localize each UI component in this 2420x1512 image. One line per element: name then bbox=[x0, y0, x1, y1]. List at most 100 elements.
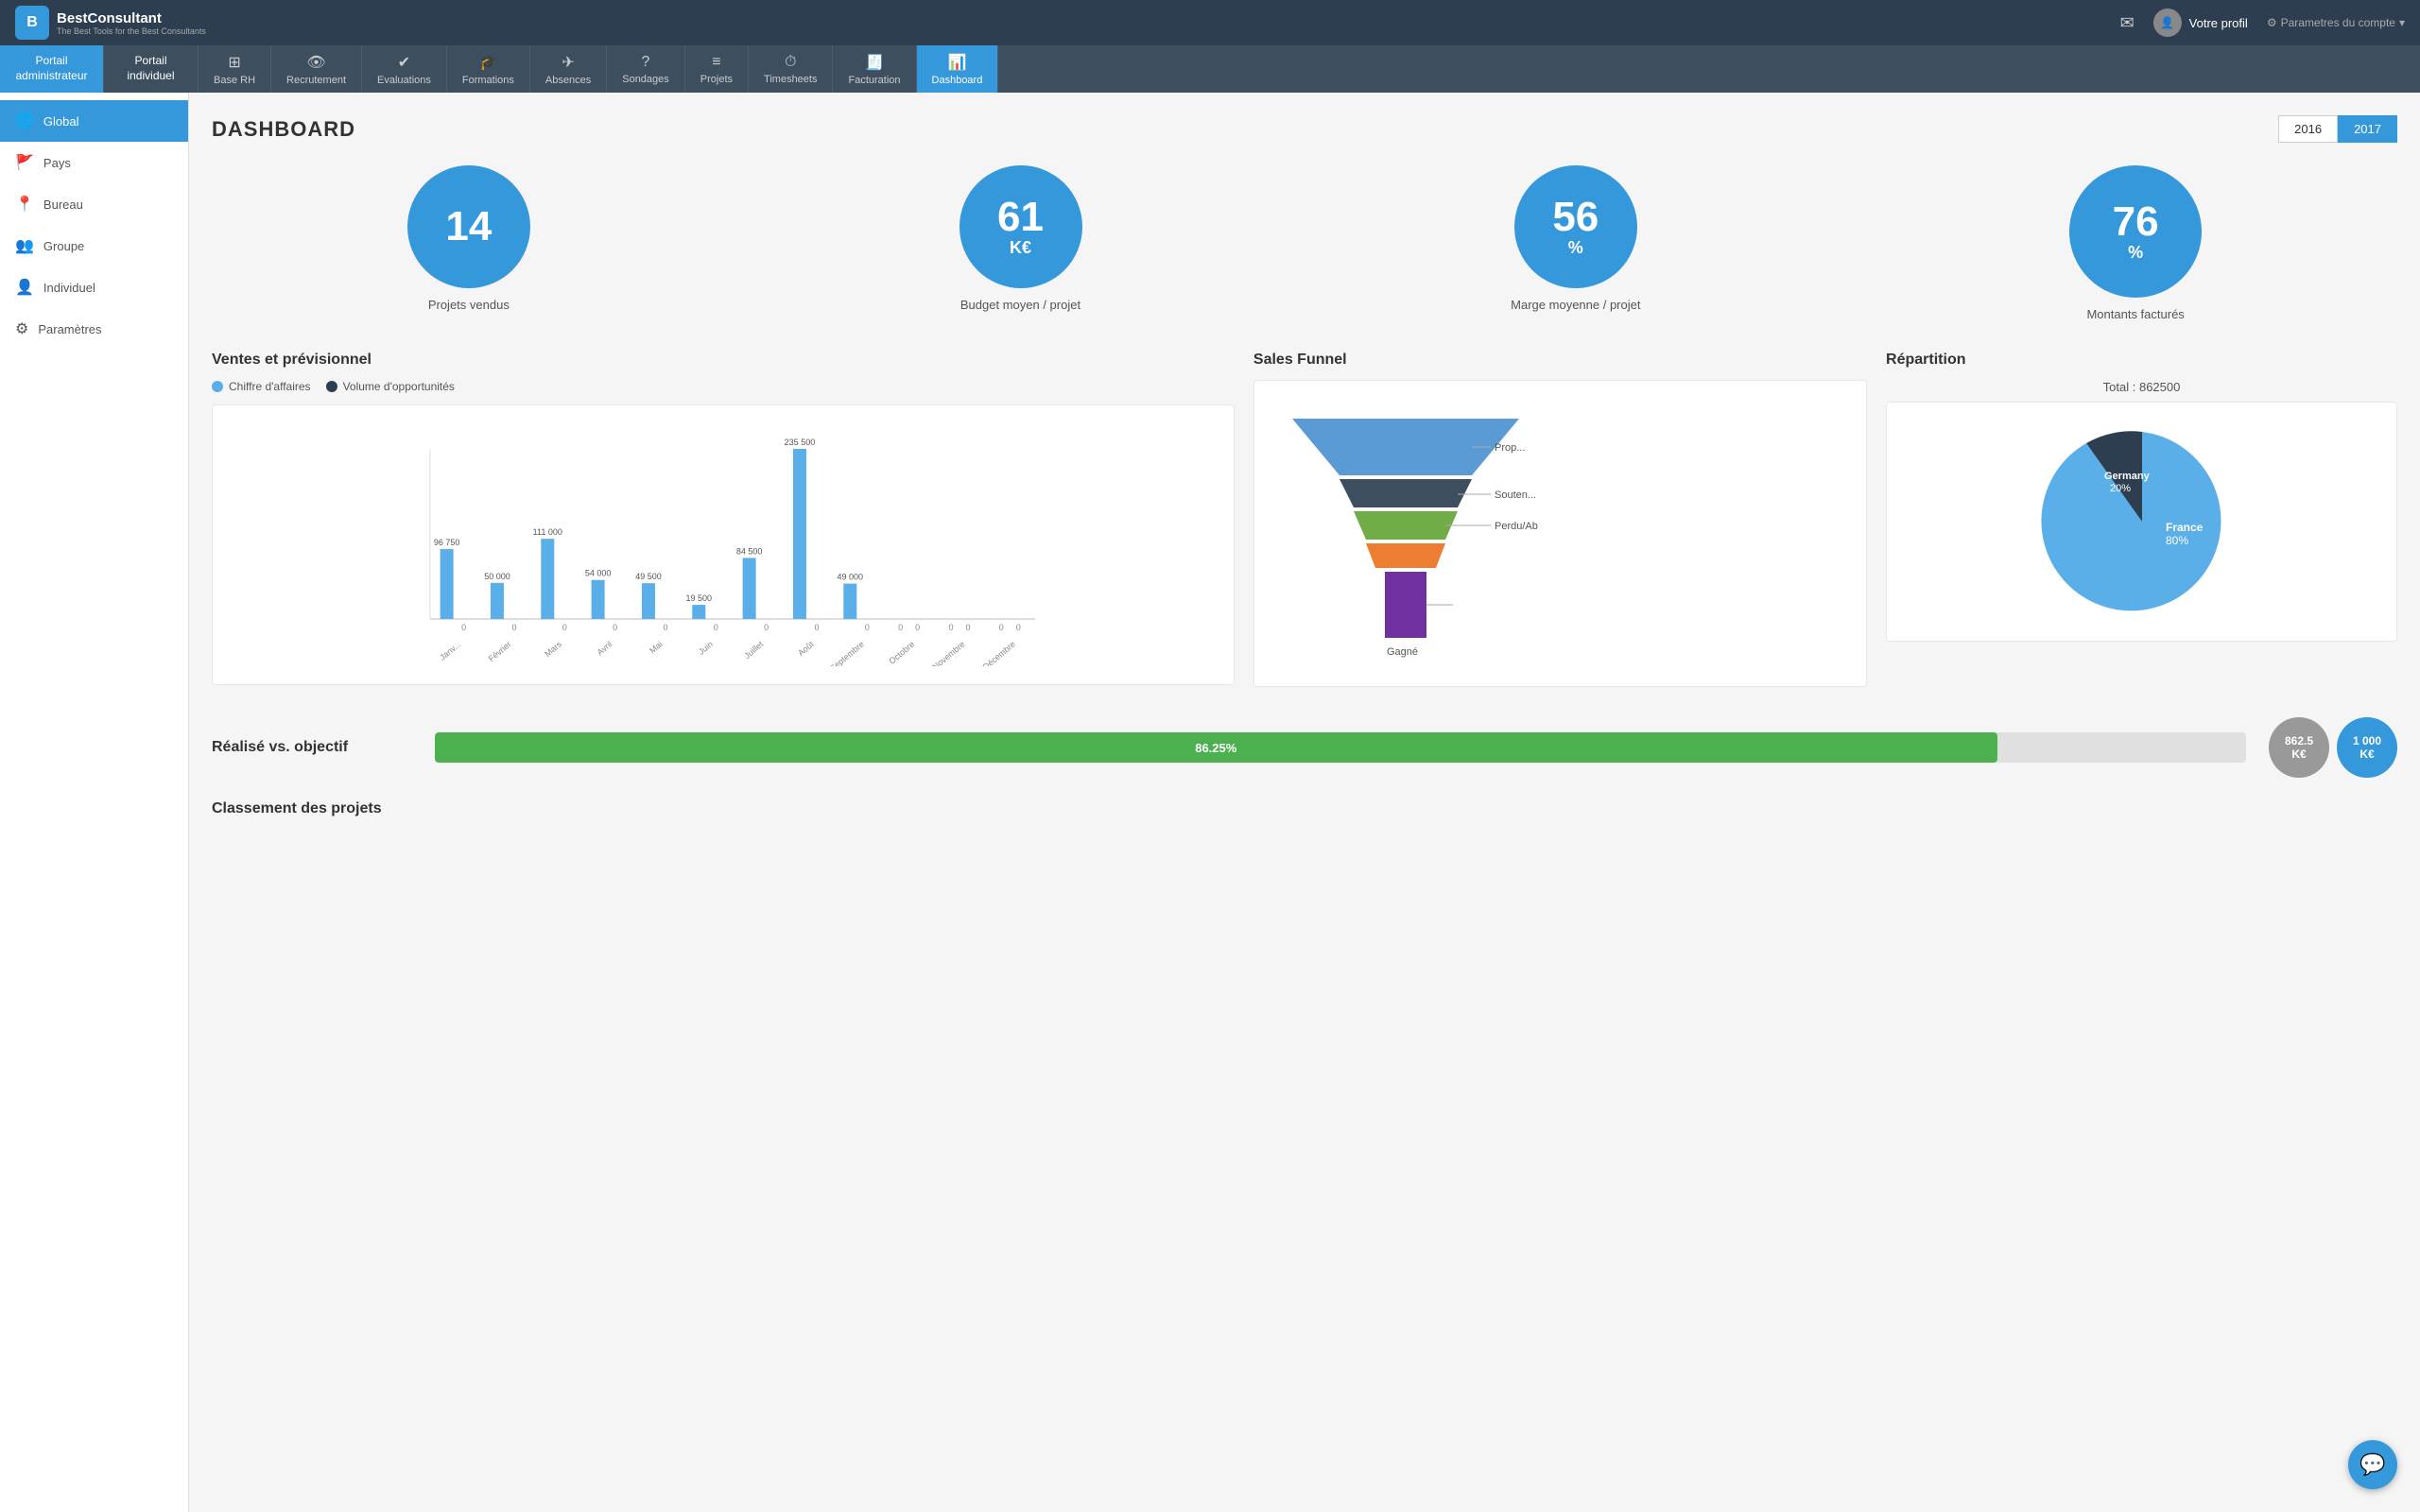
kpi-unit-factures: % bbox=[2128, 243, 2143, 263]
dashboard-header: DASHBOARD 2016 2017 bbox=[212, 115, 2397, 143]
portal-tabs: Portailadministrateur Portailindividuel bbox=[0, 45, 199, 93]
bar-val2-zero: 0 bbox=[865, 623, 870, 632]
tab-formations-label: Formations bbox=[462, 75, 514, 86]
kpi-num-budget: 61 bbox=[997, 197, 1044, 238]
kpi-budget: 61 K€ Budget moyen / projet bbox=[959, 165, 1082, 321]
tab-sondages[interactable]: ? Sondages bbox=[607, 45, 685, 93]
list-icon: ≡ bbox=[712, 54, 720, 71]
tab-recrutement[interactable]: 👁 Recrutement bbox=[271, 45, 362, 93]
funnel-wrap: Prop... Souten... Perdu/Ab... Gagné bbox=[1253, 380, 1867, 687]
tab-recrutement-label: Recrutement bbox=[286, 75, 346, 86]
bar-val2-zero: 0 bbox=[663, 623, 667, 632]
bar-val-zero: 0 bbox=[999, 623, 1004, 632]
bar-val: 19 500 bbox=[686, 593, 713, 603]
year-2017-button[interactable]: 2017 bbox=[2338, 115, 2397, 143]
bar-val: 96 750 bbox=[434, 538, 460, 547]
bar-month-label: Juin bbox=[697, 640, 715, 657]
bar-val2-zero: 0 bbox=[613, 623, 617, 632]
bar-month-label: Mai bbox=[648, 640, 665, 656]
mail-icon[interactable]: ✉ bbox=[2120, 13, 2135, 33]
bar-val: 50 000 bbox=[484, 572, 510, 581]
legend-label-volume: Volume d'opportunités bbox=[343, 380, 455, 393]
bar-month-label: Mars bbox=[543, 639, 563, 659]
tab-evaluations[interactable]: ✔ Evaluations bbox=[362, 45, 447, 93]
sidebar-item-bureau-label: Bureau bbox=[43, 198, 83, 212]
funnel-stage-black bbox=[1340, 479, 1472, 507]
group-icon: 👥 bbox=[15, 236, 34, 255]
globe-icon: 🌐 bbox=[15, 112, 34, 130]
chat-button[interactable]: 💬 bbox=[2348, 1440, 2397, 1489]
pie-total: Total : 862500 bbox=[1886, 380, 2397, 394]
funnel-label-prop: Prop... bbox=[1495, 442, 1525, 454]
tab-base-rh-label: Base RH bbox=[214, 75, 255, 86]
bar-val2-zero: 0 bbox=[461, 623, 466, 632]
bar-month-label: Décembre bbox=[981, 640, 1017, 666]
kpi-circle-budget: 61 K€ bbox=[959, 165, 1082, 288]
bar-chart-svg: 96 750 0 Janv... 50 000 0 Février 111 000 0 Mars… bbox=[228, 421, 1219, 666]
funnel-label-gagne: Gagné bbox=[1387, 646, 1418, 658]
amount-achieved: 862.5 K€ bbox=[2269, 717, 2329, 778]
pie-wrap: France 80% Germany 20% bbox=[1886, 402, 2397, 642]
sidebar-item-individuel[interactable]: 👤 Individuel bbox=[0, 266, 188, 308]
funnel-label-perdu: Perdu/Ab... bbox=[1495, 521, 1538, 532]
legend-chiffre: Chiffre d'affaires bbox=[212, 380, 311, 393]
kpi-num-marge: 56 bbox=[1552, 197, 1599, 238]
charts-row: Ventes et prévisionnel Chiffre d'affaire… bbox=[212, 352, 2397, 687]
portal-tab-admin[interactable]: Portailadministrateur bbox=[0, 45, 104, 93]
tab-absences-label: Absences bbox=[545, 75, 591, 86]
tab-timesheets[interactable]: ⏱ Timesheets bbox=[749, 45, 833, 93]
profile-button[interactable]: 👤 Votre profil bbox=[2153, 9, 2248, 37]
bar-val: 111 000 bbox=[533, 527, 562, 537]
bar-val2-zero: 0 bbox=[965, 623, 970, 632]
year-2016-button[interactable]: 2016 bbox=[2278, 115, 2338, 143]
kpi-unit-marge: % bbox=[1568, 238, 1583, 258]
plane-icon: ✈ bbox=[562, 53, 574, 72]
amount-achieved-value: 862.5 bbox=[2285, 734, 2313, 747]
sidebar-item-bureau[interactable]: 📍 Bureau bbox=[0, 183, 188, 225]
tab-projets[interactable]: ≡ Projets bbox=[685, 45, 749, 93]
settings-button[interactable]: ⚙ Parametres du compte ▾ bbox=[2267, 16, 2405, 29]
funnel-stage-perdu bbox=[1366, 543, 1445, 568]
bar-blue bbox=[491, 583, 504, 619]
sidebar-item-parametres[interactable]: ⚙ Paramètres bbox=[0, 308, 188, 350]
kpi-projets-vendus: 14 Projets vendus bbox=[407, 165, 530, 321]
sidebar-item-groupe[interactable]: 👥 Groupe bbox=[0, 225, 188, 266]
funnel-stage-souten bbox=[1354, 511, 1458, 540]
tab-evaluations-label: Evaluations bbox=[377, 75, 431, 86]
bar-month-label: Février bbox=[487, 640, 513, 664]
main-content: DASHBOARD 2016 2017 14 Projets vendus 61… bbox=[189, 93, 2420, 1512]
kpi-factures: 76 % Montants facturés bbox=[2069, 165, 2202, 321]
bar-month-label: Avril bbox=[596, 640, 614, 658]
kpi-num-projets: 14 bbox=[445, 206, 492, 248]
bar-chart-section: Ventes et prévisionnel Chiffre d'affaire… bbox=[212, 352, 1235, 687]
body-wrap: 🌐 Global 🚩 Pays 📍 Bureau 👥 Groupe 👤 Indi… bbox=[0, 93, 2420, 1512]
funnel-section: Sales Funnel bbox=[1253, 352, 1867, 687]
portal-tab-individual[interactable]: Portailindividuel bbox=[104, 45, 199, 93]
tab-dashboard[interactable]: 📊 Dashboard bbox=[917, 45, 999, 93]
sidebar-item-global[interactable]: 🌐 Global bbox=[0, 100, 188, 142]
sidebar-item-pays[interactable]: 🚩 Pays bbox=[0, 142, 188, 183]
bar-blue bbox=[541, 539, 554, 619]
bar-blue bbox=[743, 558, 756, 619]
amount-target-value: 1 000 bbox=[2353, 734, 2381, 747]
tab-absences[interactable]: ✈ Absences bbox=[530, 45, 607, 93]
tab-formations[interactable]: 🎓 Formations bbox=[447, 45, 530, 93]
tab-base-rh[interactable]: ⊞ Base RH bbox=[199, 45, 271, 93]
bar-val: 49 000 bbox=[838, 573, 864, 582]
top-nav: B BestConsultant The Best Tools for the … bbox=[0, 0, 2420, 45]
question-icon: ? bbox=[642, 54, 650, 71]
kpi-num-factures: 76 bbox=[2113, 201, 2159, 243]
bar-month-label: Juillet bbox=[742, 639, 765, 661]
main-tabs: ⊞ Base RH 👁 Recrutement ✔ Evaluations 🎓 … bbox=[199, 45, 2420, 93]
kpi-label-projets: Projets vendus bbox=[428, 298, 510, 312]
gear-icon: ⚙ bbox=[15, 319, 28, 338]
kpi-marge: 56 % Marge moyenne / projet bbox=[1511, 165, 1640, 321]
settings-label: Parametres du compte bbox=[2281, 16, 2395, 29]
tab-facturation[interactable]: 🧾 Facturation bbox=[833, 45, 916, 93]
pie-svg: France 80% Germany 20% bbox=[2038, 418, 2246, 626]
progress-amounts: 862.5 K€ 1 000 K€ bbox=[2269, 717, 2397, 778]
bar-blue bbox=[692, 605, 705, 619]
bar-month-label: Janv... bbox=[438, 640, 462, 662]
brand-text: BestConsultant The Best Tools for the Be… bbox=[57, 10, 206, 36]
brand-logo: B bbox=[15, 6, 49, 40]
